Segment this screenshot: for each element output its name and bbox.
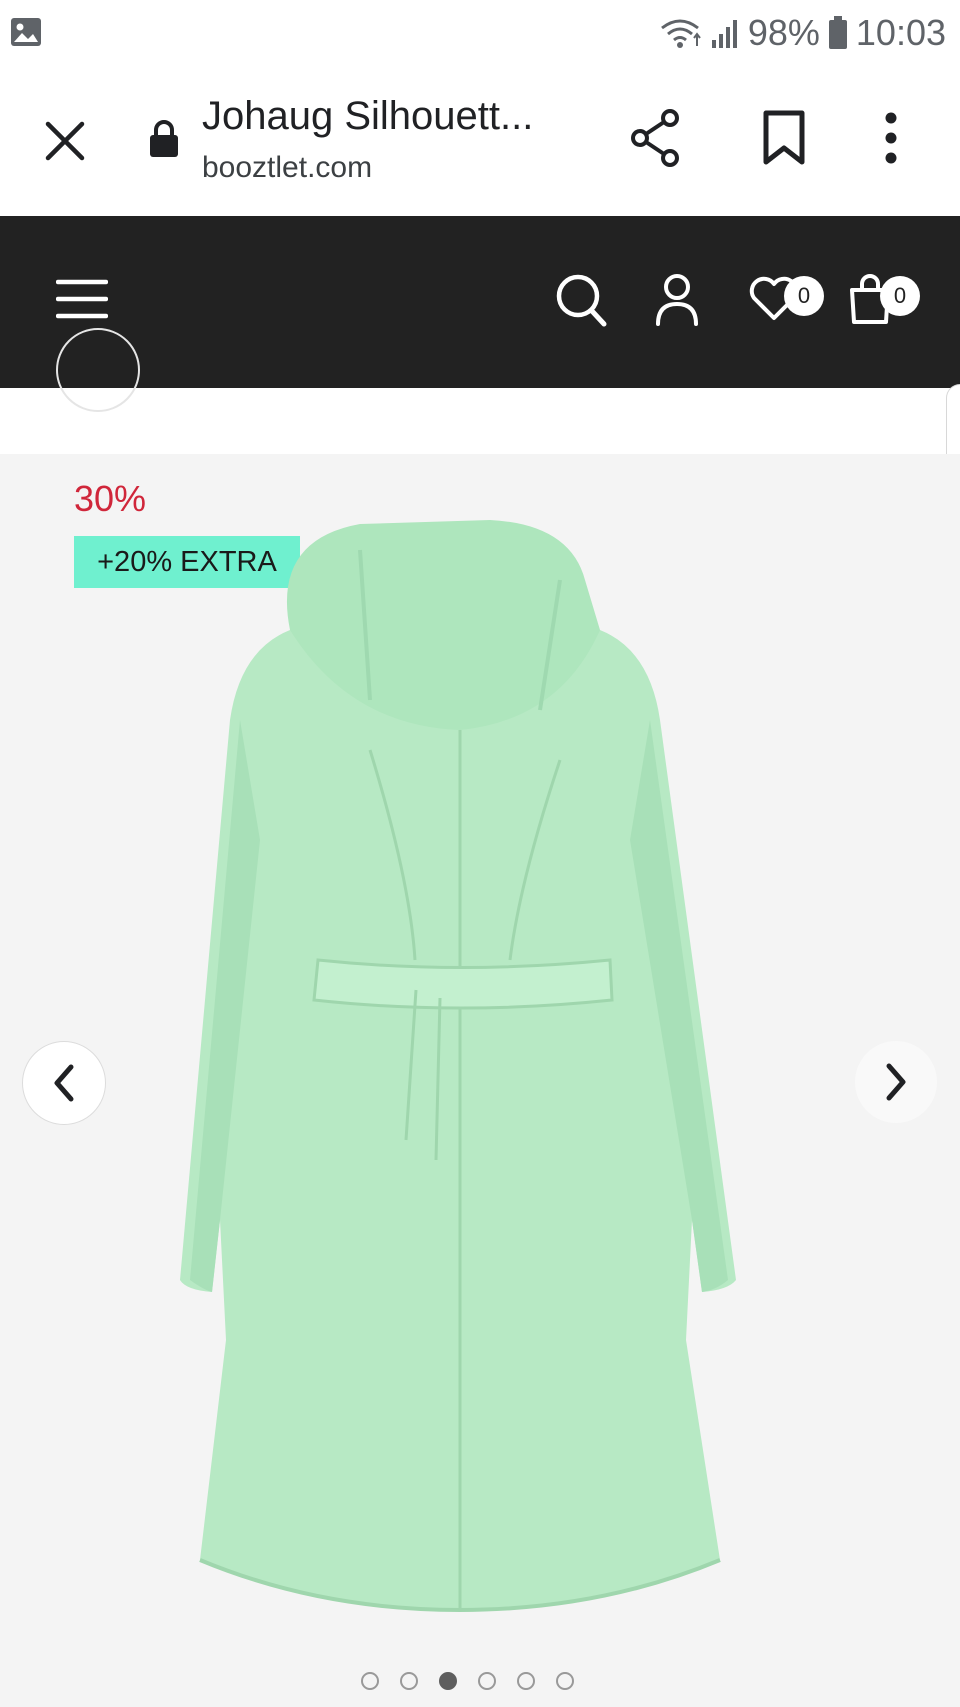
next-image-button[interactable] [855,1041,937,1123]
browser-toolbar: Johaug Silhouett... booztlet.com [0,66,960,217]
more-vert-icon[interactable] [884,110,898,166]
chevron-right-icon [886,1063,906,1101]
wishlist-count-badge: 0 [784,276,824,316]
carousel-dot[interactable] [361,1672,379,1690]
close-icon[interactable] [40,116,90,166]
bookmark-icon[interactable] [762,110,806,166]
carousel-dot[interactable] [517,1672,535,1690]
discount-label: 30% [74,478,147,519]
carousel-dots [361,1672,574,1690]
chevron-left-icon [54,1064,74,1102]
status-bar: 98% 10:03 [0,0,960,66]
gallery-icon [11,18,41,46]
page-domain[interactable]: booztlet.com [202,151,372,185]
search-icon[interactable] [554,272,608,328]
battery-percent: 98% [747,12,820,53]
carousel-dot[interactable] [478,1672,496,1690]
battery-icon [828,16,847,49]
product-gallery[interactable]: 30% +20% EXTRA [0,454,960,1707]
scroll-back-button[interactable] [56,328,140,412]
signal-icon [711,20,737,48]
share-icon[interactable] [628,108,684,168]
product-image [180,520,736,1613]
carousel-dot[interactable] [556,1672,574,1690]
carousel-dot[interactable] [400,1672,418,1690]
previous-image-button[interactable] [22,1041,106,1125]
page-title[interactable]: Johaug Silhouett... [202,94,533,139]
cart-count-badge: 0 [880,276,920,316]
wifi-icon [660,19,701,48]
clock: 10:03 [855,12,946,53]
breadcrumb-strip [0,328,960,454]
carousel-dot[interactable] [439,1672,457,1690]
account-icon[interactable] [654,272,700,328]
menu-icon[interactable] [56,278,108,320]
lock-icon [150,120,178,157]
